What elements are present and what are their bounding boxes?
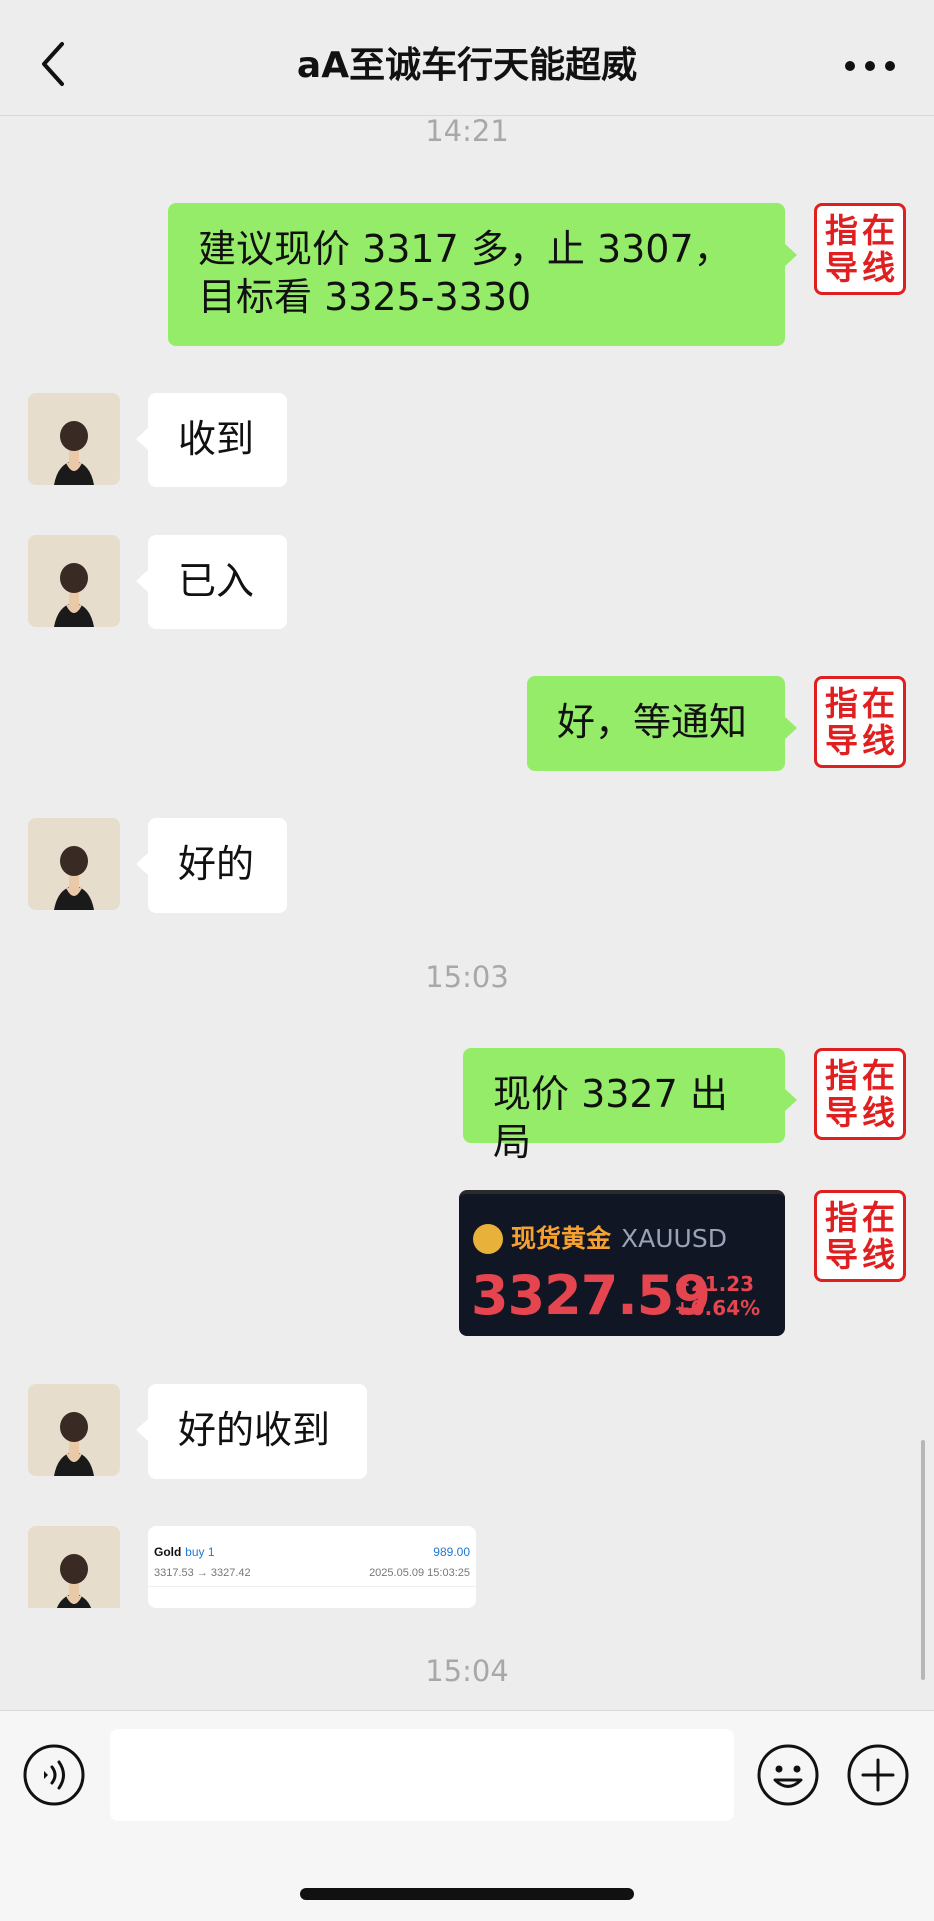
seal-logo: 指在 导线 xyxy=(825,684,895,760)
gold-price-image[interactable]: 现货黄金 XAUUSD 3327.59 +21.23 +0.64% xyxy=(459,1190,785,1336)
contact-avatar[interactable] xyxy=(28,1526,120,1608)
message-bubble-incoming[interactable]: 好的收到 xyxy=(136,1384,367,1479)
trade-prices: 3317.53 → 3327.42 xyxy=(154,1567,251,1579)
trade-direction: buy 1 xyxy=(185,1545,215,1559)
seal-logo: 指在 导线 xyxy=(825,211,895,287)
plus-icon[interactable] xyxy=(846,1743,910,1807)
more-dots-icon[interactable] xyxy=(840,56,900,76)
contact-avatar[interactable] xyxy=(28,1384,120,1476)
woman-portrait-icon xyxy=(28,393,120,485)
timestamp: 14:21 xyxy=(425,114,509,148)
message-bubble-incoming[interactable]: 好的 xyxy=(136,818,287,913)
message-text: 好的 xyxy=(178,842,255,886)
woman-portrait-icon xyxy=(28,818,120,910)
trade-instrument: Gold xyxy=(154,1545,182,1559)
gold-symbol: XAUUSD xyxy=(621,1224,727,1253)
message-input[interactable] xyxy=(110,1729,734,1821)
gold-change: +21.23 +0.64% xyxy=(674,1272,760,1320)
divider xyxy=(148,1586,476,1587)
seal-logo: 指在 导线 xyxy=(825,1198,895,1274)
message-text: 好，等通知 xyxy=(557,700,748,744)
trade-profit: 989.00 xyxy=(433,1545,470,1559)
message-bubble-incoming[interactable]: 已入 xyxy=(136,535,287,629)
contact-avatar[interactable] xyxy=(28,393,120,485)
trade-summary-row: Gold buy 1 989.00 xyxy=(154,1542,470,1562)
message-text: 好的收到 xyxy=(178,1408,331,1452)
woman-portrait-icon xyxy=(28,535,120,627)
emoji-icon[interactable] xyxy=(756,1743,820,1807)
chat-header: aA至诚车行天能超威 xyxy=(0,0,934,116)
seal-logo: 指在 导线 xyxy=(825,1056,895,1132)
sender-avatar-seal[interactable]: 指在 导线 xyxy=(814,676,906,768)
sender-avatar-seal[interactable]: 指在 导线 xyxy=(814,1048,906,1140)
trade-screenshot-image[interactable]: Gold buy 1 989.00 3317.53 → 3327.42 2025… xyxy=(148,1526,476,1608)
woman-portrait-icon xyxy=(28,1526,120,1608)
gold-name: 现货黄金 xyxy=(511,1224,612,1253)
message-bubble-outgoing[interactable]: 建议现价 3317 多，止 3307，目标看 3325-3330 xyxy=(168,203,797,346)
scrollbar[interactable] xyxy=(921,1440,925,1680)
sender-avatar-seal[interactable]: 指在 导线 xyxy=(814,203,906,295)
message-text: 收到 xyxy=(178,417,255,461)
timestamp: 15:04 xyxy=(425,1654,509,1688)
trade-datetime: 2025.05.09 15:03:25 xyxy=(369,1567,470,1579)
message-bubble-outgoing[interactable]: 好，等通知 xyxy=(527,676,797,771)
gold-coin-icon xyxy=(473,1224,503,1254)
message-text: 现价 3327 出局 xyxy=(493,1072,728,1164)
gold-change-percent: +0.64% xyxy=(674,1296,761,1320)
message-text: 已入 xyxy=(178,559,255,603)
timestamp: 15:03 xyxy=(425,960,509,994)
message-text: 建议现价 3317 多，止 3307，目标看 3325-3330 xyxy=(198,227,732,319)
message-bubble-outgoing[interactable]: 现价 3327 出局 xyxy=(463,1048,797,1164)
woman-portrait-icon xyxy=(28,1384,120,1476)
chevron-left-icon[interactable] xyxy=(34,40,74,88)
message-bubble-incoming[interactable]: 收到 xyxy=(136,393,287,487)
sender-avatar-seal[interactable]: 指在 导线 xyxy=(814,1190,906,1282)
voice-icon[interactable] xyxy=(22,1743,86,1807)
contact-avatar[interactable] xyxy=(28,818,120,910)
contact-avatar[interactable] xyxy=(28,535,120,627)
home-indicator[interactable] xyxy=(300,1888,634,1900)
trade-detail-row: 3317.53 → 3327.42 2025.05.09 15:03:25 xyxy=(154,1564,470,1582)
gold-change-value: +21.23 xyxy=(674,1272,755,1296)
chat-title: aA至诚车行天能超威 xyxy=(296,45,638,86)
